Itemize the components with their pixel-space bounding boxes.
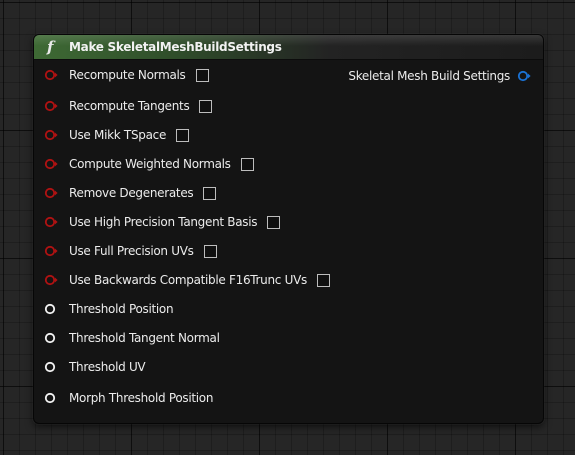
use-high-precision-tangent-basis-checkbox[interactable] [267,215,281,229]
use-full-precision-uvs-checkbox[interactable] [203,244,217,258]
bool-pin-icon[interactable] [44,244,58,258]
make-skeletal-mesh-build-settings-node[interactable]: f Make SkeletalMeshBuildSettings Recompu… [33,34,544,424]
recompute-tangents-checkbox[interactable] [199,99,213,113]
pin-label: Threshold UV [69,360,146,374]
float-pin-icon[interactable] [44,391,58,405]
input-pin-row-compute-weighted-normals: Compute Weighted Normals [44,155,254,173]
input-pin-row-threshold-position: Threshold Position [44,300,174,318]
input-pin-row-use-high-precision-tangent-basis: Use High Precision Tangent Basis [44,213,281,231]
recompute-normals-checkbox[interactable] [195,68,209,82]
remove-degenerates-checkbox[interactable] [203,186,217,200]
float-pin-icon[interactable] [44,360,58,374]
struct-pin-icon[interactable] [517,69,531,83]
bool-pin-icon[interactable] [44,128,58,142]
node-header[interactable]: f Make SkeletalMeshBuildSettings [34,35,543,60]
pin-label: Threshold Tangent Normal [69,331,220,345]
bool-pin-icon[interactable] [44,186,58,200]
compute-weighted-normals-checkbox[interactable] [240,157,254,171]
bool-pin-icon[interactable] [44,215,58,229]
pin-label: Remove Degenerates [69,186,194,200]
pin-label: Use Backwards Compatible F16Trunc UVs [69,273,307,287]
bool-pin-icon[interactable] [44,68,58,82]
input-pin-row-morph-threshold-position: Morph Threshold Position [44,389,213,407]
bool-pin-icon[interactable] [44,273,58,287]
input-pin-row-threshold-uv: Threshold UV [44,358,146,376]
bool-pin-icon[interactable] [44,99,58,113]
output-pin-row-skeletal-mesh-build-settings: Skeletal Mesh Build Settings [348,67,531,85]
pin-label: Use Full Precision UVs [69,244,194,258]
output-pin-label: Skeletal Mesh Build Settings [348,69,510,83]
pin-label: Use Mikk TSpace [69,128,167,142]
input-pin-row-recompute-tangents: Recompute Tangents [44,97,213,115]
bool-pin-icon[interactable] [44,157,58,171]
pin-label: Recompute Normals [69,68,186,82]
input-pin-row-recompute-normals: Recompute Normals [44,66,209,84]
pin-label: Morph Threshold Position [69,391,214,405]
float-pin-icon[interactable] [44,302,58,316]
use-mikk-tspace-checkbox[interactable] [176,128,190,142]
input-pin-row-use-mikk-tspace: Use Mikk TSpace [44,126,190,144]
pin-label: Compute Weighted Normals [69,157,231,171]
function-icon: f [47,38,54,56]
input-pin-row-threshold-tangent-normal: Threshold Tangent Normal [44,329,220,347]
pin-label: Recompute Tangents [69,99,190,113]
use-backwards-compatible-f16trunc-uvs-checkbox[interactable] [316,273,330,287]
float-pin-icon[interactable] [44,331,58,345]
input-pin-row-use-full-precision-uvs: Use Full Precision UVs [44,242,217,260]
pin-label: Threshold Position [69,302,174,316]
node-title: Make SkeletalMeshBuildSettings [69,40,282,54]
pin-label: Use High Precision Tangent Basis [69,215,258,229]
input-pin-row-use-backwards-compatible-f16trunc-uvs: Use Backwards Compatible F16Trunc UVs [44,271,330,289]
input-pin-row-remove-degenerates: Remove Degenerates [44,184,217,202]
